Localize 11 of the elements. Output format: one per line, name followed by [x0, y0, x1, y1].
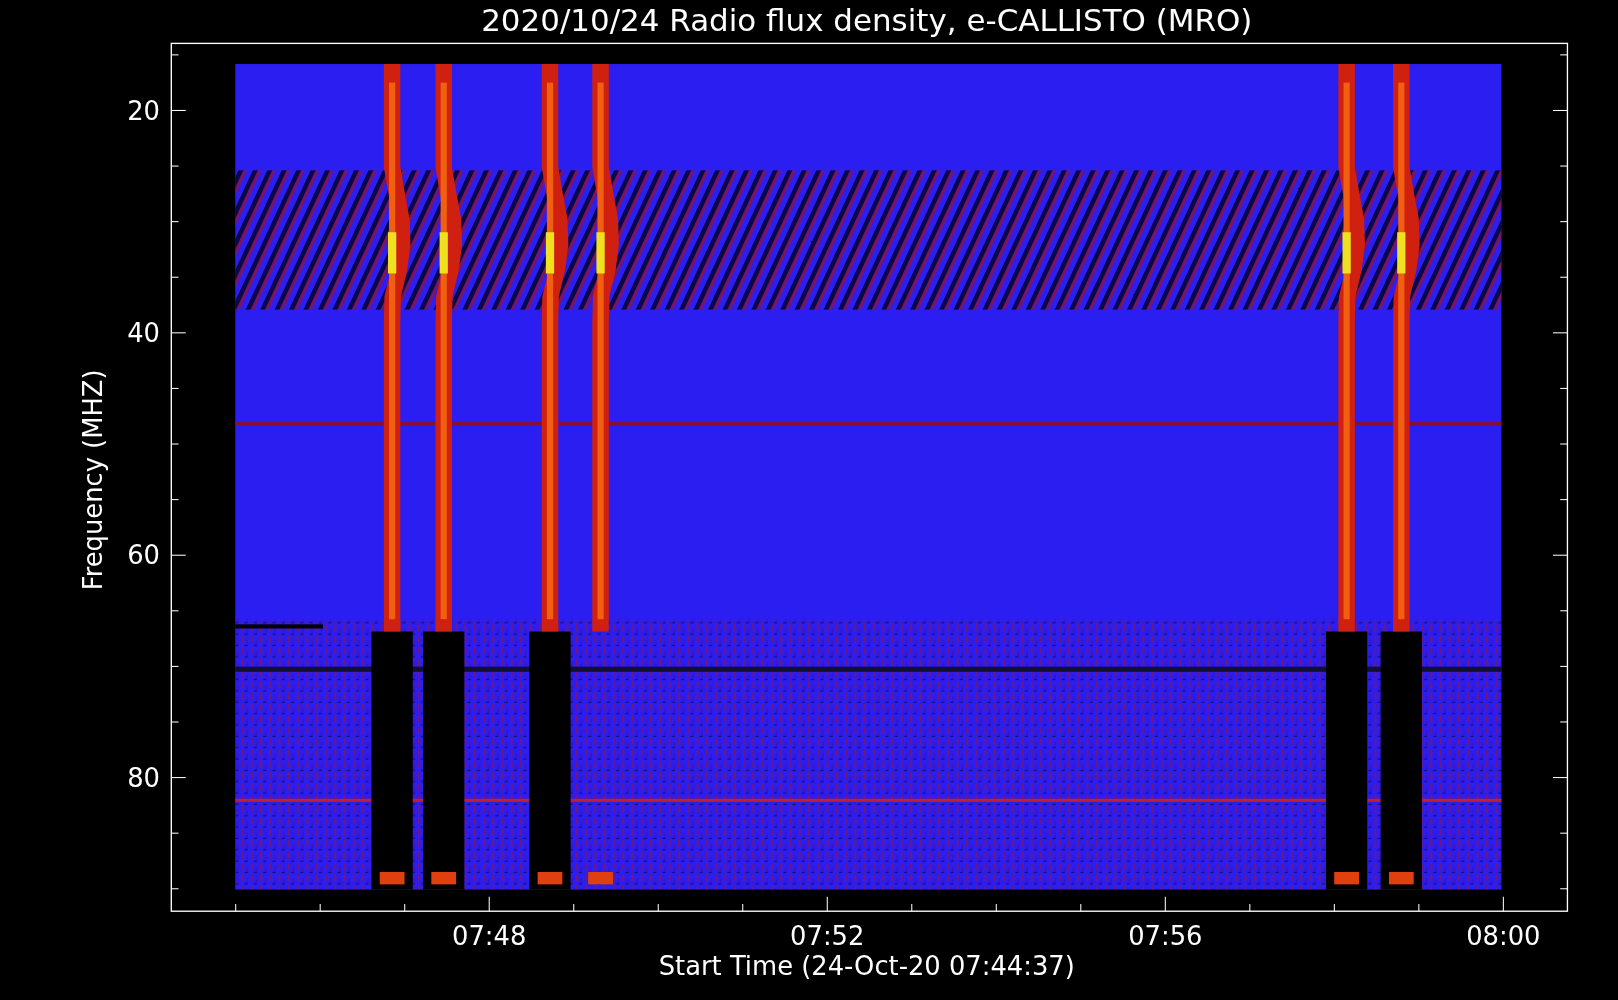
- x-tick-label: 07:52: [790, 921, 865, 952]
- y-axis-label: Frequency (MHZ): [78, 369, 109, 591]
- x-tick-label: 07:56: [1128, 921, 1203, 952]
- x-axis-label: Start Time (24-Oct-20 07:44:37): [658, 951, 1075, 982]
- y-tick-label: 60: [127, 540, 160, 571]
- y-tick-label: 40: [127, 318, 160, 349]
- y-tick-label: 80: [127, 762, 160, 793]
- x-tick-label: 07:48: [452, 921, 527, 952]
- x-tick-label: 08:00: [1466, 921, 1541, 952]
- chart-title: 2020/10/24 Radio flux density, e-CALLISTO (MRO): [481, 2, 1253, 38]
- y-tick-label: 20: [127, 95, 160, 126]
